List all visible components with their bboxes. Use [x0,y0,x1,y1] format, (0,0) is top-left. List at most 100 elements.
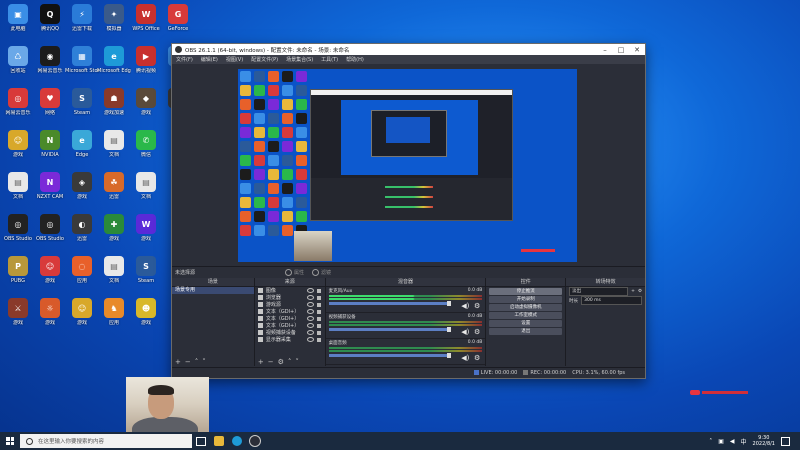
desktop-icon[interactable]: ☺ 游戏 [65,295,99,339]
desktop-icon[interactable]: ☗ 游戏加速 [97,85,131,129]
properties-button[interactable]: 属性 [285,269,304,276]
desktop-icon[interactable]: W WPS Office [129,1,163,45]
control-button[interactable]: 工作室模式 [489,312,563,319]
desktop-icon[interactable]: ◉ 网易云音乐 [33,43,67,87]
duration-input[interactable]: 300 ms [581,296,642,305]
visibility-icon[interactable] [306,302,314,307]
desktop-icon[interactable]: ◎ OBS Studio [33,211,67,255]
move-up-icon[interactable]: ˄ [288,358,292,366]
control-button[interactable]: 停止推流 [489,288,563,295]
lock-icon[interactable] [316,337,321,342]
desktop-icon[interactable]: ▤ 文档 [97,253,131,297]
move-down-icon[interactable]: ˅ [295,358,299,366]
menu-item[interactable]: 文件(F) [176,56,193,63]
desktop-icon[interactable]: ☺ 游戏 [1,127,35,171]
edge-icon[interactable] [228,432,246,450]
obs-window[interactable]: OBS 26.1.1 (64-bit, windows) - 配置文件: 未命名… [171,43,646,379]
control-button[interactable]: 设置 [489,320,563,327]
desktop-icon[interactable]: G GeForce [161,1,195,45]
taskbar-search[interactable]: 在这里输入你要搜索的内容 [20,434,192,448]
visibility-icon[interactable] [306,330,314,335]
desktop-icon[interactable]: W 游戏 [129,211,163,255]
ime-icon[interactable]: 中 [741,437,747,446]
source-item[interactable]: 显示器采集 [255,336,325,343]
control-button[interactable]: 开始录制 [489,296,563,303]
menu-item[interactable]: 帮助(H) [346,56,364,63]
desktop-icon[interactable]: ⚡ 迅雷下载 [65,1,99,45]
source-settings-icon[interactable]: ⚙ [278,358,284,366]
desktop-icon[interactable]: ▣ 此电脑 [1,1,35,45]
desktop-icon[interactable]: ☘ 迅雷 [97,169,131,213]
menu-item[interactable]: 配置文件(P) [251,56,278,63]
add-transition-button[interactable]: + [631,289,635,294]
lock-icon[interactable] [316,309,321,314]
close-icon[interactable]: ✕ [629,46,645,54]
source-item[interactable]: 文本（GDI+） [255,322,325,329]
visibility-icon[interactable] [306,337,314,342]
desktop-icon[interactable]: ◐ 迅雷 [65,211,99,255]
source-item[interactable]: 文本（GDI+） [255,315,325,322]
explorer-icon[interactable] [210,432,228,450]
desktop-icon[interactable]: ✦ 模拟器 [97,1,131,45]
visibility-icon[interactable] [306,316,314,321]
desktop-icon[interactable]: ✚ 游戏 [97,211,131,255]
source-item[interactable]: 游戏源 [255,301,325,308]
lock-icon[interactable] [316,288,321,293]
speaker-icon[interactable]: ◀) [461,302,469,310]
source-item[interactable]: 文本（GDI+） [255,308,325,315]
volume-icon[interactable]: ◀ [730,438,735,445]
desktop-icon[interactable]: ▤ 文档 [129,169,163,213]
source-item[interactable]: 图像 [255,287,325,294]
volume-slider[interactable] [328,353,451,358]
scene-item[interactable]: 场景专用 [172,287,254,294]
desktop-icon[interactable]: ▤ 文档 [1,169,35,213]
source-item[interactable]: 浏览器 [255,294,325,301]
desktop-icon[interactable]: ◌ 应用 [65,253,99,297]
remove-source-button[interactable]: − [268,358,274,366]
gear-icon[interactable]: ⚙ [474,328,480,336]
speaker-icon[interactable]: ◀) [461,328,469,336]
desktop-icon[interactable]: ◈ 游戏 [65,169,99,213]
volume-slider[interactable] [328,327,451,332]
move-up-icon[interactable]: ˄ [195,358,199,366]
lock-icon[interactable] [316,302,321,307]
speaker-icon[interactable]: ◀) [461,354,469,362]
transition-select[interactable]: 淡出 [569,287,629,296]
desktop-icon[interactable]: ▤ 文档 [97,127,131,171]
volume-slider[interactable] [328,301,451,306]
desktop-icon[interactable]: ◎ OBS Studio [1,211,35,255]
lock-icon[interactable] [316,330,321,335]
desktop-icon[interactable]: N NZXT CAM [33,169,67,213]
taskview-icon[interactable] [192,432,210,450]
notification-icon[interactable] [781,436,790,446]
visibility-icon[interactable] [306,288,314,293]
lock-icon[interactable] [316,295,321,300]
control-button[interactable]: 退出 [489,328,563,335]
desktop-icon[interactable]: e Edge [65,127,99,171]
desktop-icon[interactable]: ☺ 游戏 [33,253,67,297]
maximize-icon[interactable]: □ [613,46,629,54]
desktop-icon[interactable]: ☻ 游戏 [129,295,163,339]
desktop-icon[interactable]: Q 腾讯QQ [33,1,67,45]
visibility-icon[interactable] [306,295,314,300]
lock-icon[interactable] [316,323,321,328]
obs-titlebar[interactable]: OBS 26.1.1 (64-bit, windows) - 配置文件: 未命名… [172,44,645,55]
desktop-icon[interactable]: S Steam [129,253,163,297]
chevron-up-icon[interactable]: ˄ [709,438,712,445]
visibility-icon[interactable] [306,309,314,314]
menu-item[interactable]: 编辑(E) [201,56,218,63]
desktop-icon[interactable]: ⚔ 游戏 [1,295,35,339]
desktop-icon[interactable]: N NVIDIA [33,127,67,171]
source-item[interactable]: 视频捕获设备 [255,329,325,336]
desktop-icon[interactable]: ◎ 网易云音乐 [1,85,35,129]
desktop-icon[interactable]: ▦ Microsoft Store [65,43,99,87]
remove-scene-button[interactable]: − [185,358,191,366]
desktop-icon[interactable]: P PUBG [1,253,35,297]
gear-icon[interactable]: ⚙ [474,354,480,362]
clock[interactable]: 9:30 2022/8/1 [753,435,775,447]
move-down-icon[interactable]: ˅ [202,358,206,366]
menu-item[interactable]: 工具(T) [321,56,338,63]
desktop-icon[interactable]: S Steam [65,85,99,129]
add-source-button[interactable]: + [258,358,264,366]
desktop-icon[interactable]: e Microsoft Edge [97,43,131,87]
